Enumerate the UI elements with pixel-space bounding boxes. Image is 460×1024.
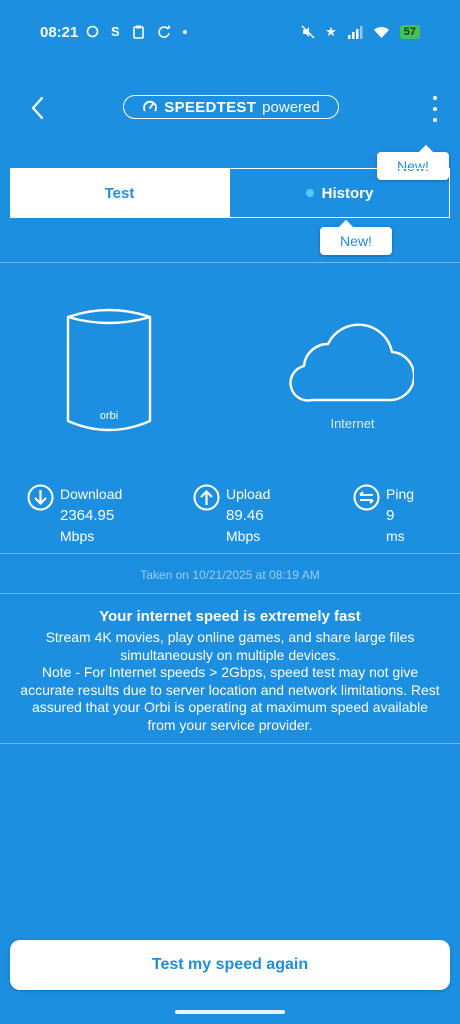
logo-brand: SPEEDTEST	[164, 98, 257, 116]
divider-message	[0, 743, 460, 744]
history-new-tooltip: New!	[320, 227, 392, 255]
circle-icon	[86, 25, 99, 38]
mute-icon	[301, 25, 315, 39]
divider-taken	[0, 593, 460, 594]
more-vertical-icon[interactable]	[425, 96, 445, 122]
ping-arrows-icon	[353, 484, 380, 511]
upload-unit: Mbps	[226, 528, 261, 544]
wifi-icon	[373, 26, 389, 38]
test-again-button[interactable]: Test my speed again	[10, 940, 450, 990]
arrow-down-circle-icon	[27, 484, 54, 511]
chevron-left-icon[interactable]	[28, 94, 48, 122]
upload-value: 89.46	[226, 507, 264, 524]
arrow-up-circle-icon	[193, 484, 220, 511]
router-brand: orbi	[100, 410, 118, 422]
tab-history-label: History	[321, 184, 374, 202]
divider-top	[0, 262, 460, 263]
upload-metric: Upload 89.46 Mbps	[193, 484, 270, 547]
star-icon: ★	[325, 24, 337, 39]
tab-test-label: Test	[104, 184, 135, 202]
speedtest-logo: SPEEDTEST powered	[123, 95, 339, 119]
speed-message-title: Your internet speed is extremely fast	[99, 608, 361, 625]
home-indicator[interactable]	[175, 1010, 285, 1014]
upload-label: Upload	[226, 486, 271, 502]
tab-history[interactable]: History	[229, 168, 450, 218]
ping-unit: ms	[386, 528, 405, 544]
download-unit: Mbps	[60, 528, 95, 544]
sync-icon	[157, 25, 170, 38]
signal-icon	[347, 25, 363, 39]
s-notification-icon: S	[111, 24, 120, 39]
speed-message-body: Stream 4K movies, play online games, and…	[45, 629, 415, 663]
status-left-icons: S	[86, 24, 187, 39]
dot-icon	[182, 29, 187, 34]
battery-icon: 57	[399, 25, 420, 39]
ping-label: Ping	[386, 486, 415, 502]
logo-suffix: powered	[262, 98, 320, 116]
history-new-dot	[305, 189, 314, 197]
tab-bar: Test History	[10, 168, 450, 218]
gauge-icon	[143, 100, 158, 112]
internet-label: Internet	[330, 416, 375, 431]
cloud-icon	[289, 323, 414, 402]
ping-metric: Ping 9 ms	[353, 484, 414, 547]
clipboard-icon	[132, 25, 144, 39]
divider-metrics	[0, 553, 460, 554]
ping-value: 9	[386, 507, 395, 524]
download-metric: Download 2364.95 Mbps	[27, 484, 122, 547]
download-label: Download	[60, 486, 123, 502]
speed-message: Your internet speed is extremely fast St…	[20, 607, 440, 734]
status-time: 08:21	[40, 24, 79, 41]
orbi-router-icon: orbi	[66, 308, 152, 432]
taken-on-timestamp: Taken on 10/21/2025 at 08:19 AM	[140, 568, 320, 582]
download-value: 2364.95	[60, 507, 115, 524]
tab-test[interactable]: Test	[10, 168, 229, 218]
status-right-icons: ★ 57	[301, 24, 420, 40]
speed-message-note: Note - For Internet speeds > 2Gbps, spee…	[20, 664, 440, 733]
